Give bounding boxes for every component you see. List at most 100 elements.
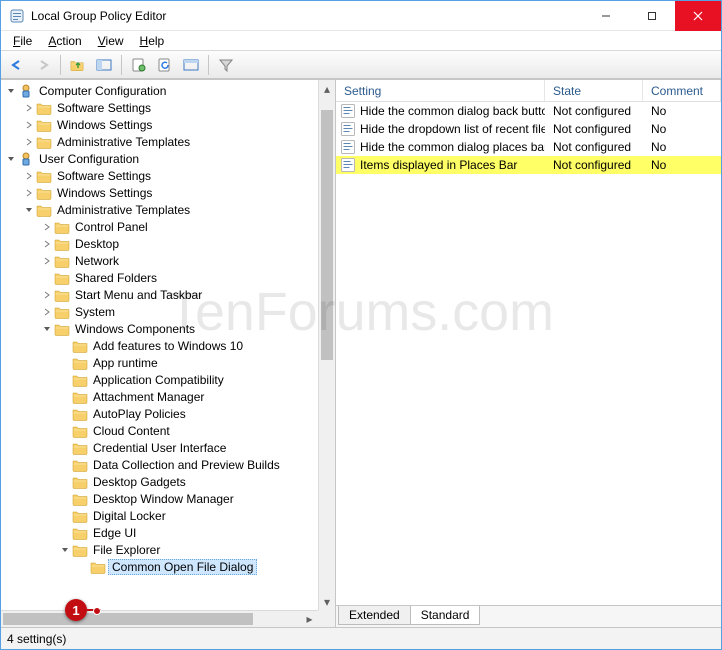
expand-icon[interactable] xyxy=(23,206,35,214)
folder-icon xyxy=(54,321,70,337)
forward-button[interactable] xyxy=(31,54,55,76)
tree-node-user-configuration[interactable]: User Configuration xyxy=(3,150,335,167)
tree-node-data-collection[interactable]: Data Collection and Preview Builds xyxy=(3,456,335,473)
expand-icon[interactable] xyxy=(23,172,35,180)
column-header-setting[interactable]: Setting xyxy=(336,80,545,101)
tree-node-add-features[interactable]: Add features to Windows 10 xyxy=(3,337,335,354)
tree-node-software-settings-user[interactable]: Software Settings xyxy=(3,167,335,184)
tree-node-admin-templates-user[interactable]: Administrative Templates xyxy=(3,201,335,218)
tree-node-digital-locker[interactable]: Digital Locker xyxy=(3,507,335,524)
folder-icon xyxy=(54,270,70,286)
settings-list-header: Setting State Comment xyxy=(336,80,721,102)
setting-name: Hide the dropdown list of recent files xyxy=(360,122,545,136)
expand-icon[interactable] xyxy=(41,223,53,231)
folder-icon xyxy=(72,440,88,456)
close-button[interactable] xyxy=(675,1,721,31)
expand-icon[interactable] xyxy=(59,546,71,554)
tree-node-edge-ui[interactable]: Edge UI xyxy=(3,524,335,541)
folder-icon xyxy=(72,525,88,541)
tree-node-common-open-file-dialog[interactable]: Common Open File Dialog xyxy=(3,558,335,575)
tree-node-windows-settings-user[interactable]: Windows Settings xyxy=(3,184,335,201)
window: Local Group Policy Editor File Action Vi… xyxy=(0,0,722,650)
setting-state: Not configured xyxy=(545,122,643,136)
folder-icon xyxy=(72,389,88,405)
view-tabs: Extended Standard xyxy=(336,605,721,627)
tree-node-software-settings[interactable]: Software Settings xyxy=(3,99,335,116)
scroll-thumb[interactable] xyxy=(3,613,253,625)
tree-node-network[interactable]: Network xyxy=(3,252,335,269)
tree-node-dwm[interactable]: Desktop Window Manager xyxy=(3,490,335,507)
minimize-button[interactable] xyxy=(583,1,629,31)
tree-node-windows-settings[interactable]: Windows Settings xyxy=(3,116,335,133)
settings-row[interactable]: Hide the dropdown list of recent filesNo… xyxy=(336,120,721,138)
expand-icon[interactable] xyxy=(23,138,35,146)
tree-node-application-compatibility[interactable]: Application Compatibility xyxy=(3,371,335,388)
tree-vertical-scrollbar[interactable]: ▴ ▾ xyxy=(318,80,335,610)
content: Computer Configuration Software Settings… xyxy=(1,79,721,627)
folder-icon xyxy=(36,117,52,133)
scroll-right-icon[interactable]: ▸ xyxy=(301,611,318,627)
settings-row[interactable]: Hide the common dialog back buttonNot co… xyxy=(336,102,721,120)
maximize-button[interactable] xyxy=(629,1,675,31)
expand-icon[interactable] xyxy=(5,87,17,95)
export-list-button[interactable] xyxy=(179,54,203,76)
tree-node-admin-templates[interactable]: Administrative Templates xyxy=(3,133,335,150)
tab-standard[interactable]: Standard xyxy=(410,606,481,625)
expand-icon[interactable] xyxy=(41,291,53,299)
scroll-down-icon[interactable]: ▾ xyxy=(319,593,335,610)
settings-row[interactable]: Items displayed in Places BarNot configu… xyxy=(336,156,721,174)
tree-node-start-menu-taskbar[interactable]: Start Menu and Taskbar xyxy=(3,286,335,303)
setting-comment: No xyxy=(643,158,721,172)
tree-node-attachment-manager[interactable]: Attachment Manager xyxy=(3,388,335,405)
expand-icon[interactable] xyxy=(23,121,35,129)
expand-icon[interactable] xyxy=(23,189,35,197)
tab-extended[interactable]: Extended xyxy=(338,606,411,625)
tree-node-shared-folders[interactable]: Shared Folders xyxy=(3,269,335,286)
setting-comment: No xyxy=(643,104,721,118)
expand-icon[interactable] xyxy=(41,240,53,248)
expand-icon[interactable] xyxy=(41,308,53,316)
menu-file[interactable]: File xyxy=(7,34,38,48)
scroll-up-icon[interactable]: ▴ xyxy=(319,80,335,97)
tree-node-system[interactable]: System xyxy=(3,303,335,320)
filter-button[interactable] xyxy=(214,54,238,76)
tree-node-computer-configuration[interactable]: Computer Configuration xyxy=(3,82,335,99)
expand-icon[interactable] xyxy=(41,257,53,265)
column-header-state[interactable]: State xyxy=(545,80,643,101)
menu-view[interactable]: View xyxy=(92,34,130,48)
tree-node-windows-components[interactable]: Windows Components xyxy=(3,320,335,337)
tree-node-cloud-content[interactable]: Cloud Content xyxy=(3,422,335,439)
folder-icon xyxy=(72,542,88,558)
folder-icon xyxy=(72,508,88,524)
tree-node-desktop-gadgets[interactable]: Desktop Gadgets xyxy=(3,473,335,490)
tree-node-control-panel[interactable]: Control Panel xyxy=(3,218,335,235)
expand-icon[interactable] xyxy=(41,325,53,333)
tree-node-desktop[interactable]: Desktop xyxy=(3,235,335,252)
tree-node-credential-ui[interactable]: Credential User Interface xyxy=(3,439,335,456)
expand-icon[interactable] xyxy=(23,104,35,112)
tree-horizontal-scrollbar[interactable]: ◂ ▸ xyxy=(1,610,318,627)
back-button[interactable] xyxy=(5,54,29,76)
tree-node-autoplay-policies[interactable]: AutoPlay Policies xyxy=(3,405,335,422)
expand-icon[interactable] xyxy=(5,155,17,163)
folder-icon xyxy=(72,355,88,371)
tree-scroll[interactable]: Computer Configuration Software Settings… xyxy=(1,80,335,627)
policy-icon xyxy=(18,151,34,167)
setting-icon xyxy=(340,103,356,119)
show-hide-tree-button[interactable] xyxy=(92,54,116,76)
column-header-comment[interactable]: Comment xyxy=(643,80,721,101)
folder-icon xyxy=(54,304,70,320)
menu-help[interactable]: Help xyxy=(134,34,171,48)
scroll-thumb[interactable] xyxy=(321,110,333,360)
settings-row[interactable]: Hide the common dialog places barNot con… xyxy=(336,138,721,156)
refresh-button[interactable] xyxy=(153,54,177,76)
menubar: File Action View Help xyxy=(1,31,721,51)
folder-icon xyxy=(36,100,52,116)
setting-comment: No xyxy=(643,140,721,154)
properties-button[interactable] xyxy=(127,54,151,76)
folder-icon xyxy=(72,457,88,473)
tree-node-file-explorer[interactable]: File Explorer xyxy=(3,541,335,558)
menu-action[interactable]: Action xyxy=(42,34,87,48)
up-one-level-button[interactable] xyxy=(66,54,90,76)
tree-node-app-runtime[interactable]: App runtime xyxy=(3,354,335,371)
